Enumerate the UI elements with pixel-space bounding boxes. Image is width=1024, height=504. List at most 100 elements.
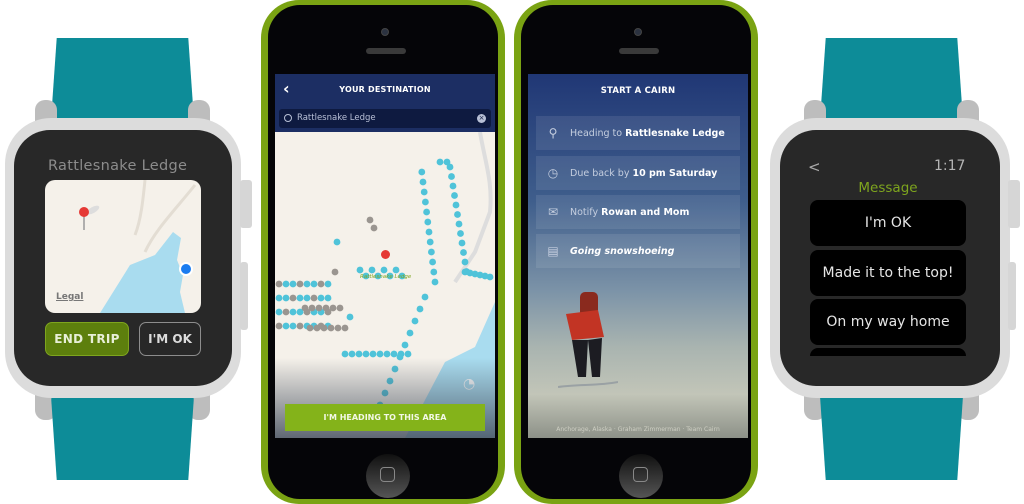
header-title: START A CAIRN bbox=[600, 86, 676, 96]
trail-dot bbox=[336, 304, 344, 312]
trail-dot bbox=[329, 304, 337, 312]
trail-dot bbox=[370, 224, 378, 232]
trail-dot bbox=[369, 350, 377, 358]
destination-screen: Rattlesnake Ledge ◔ ‹ YOUR DESTINATION R… bbox=[275, 74, 495, 438]
trail-dot bbox=[404, 350, 412, 358]
trail-dot bbox=[419, 178, 427, 186]
trail-dot bbox=[289, 322, 297, 330]
trail-dot bbox=[420, 188, 428, 196]
trail-dot bbox=[368, 266, 376, 274]
trail-dot bbox=[425, 228, 433, 236]
trail-dot bbox=[275, 322, 283, 330]
trail-dot bbox=[289, 280, 297, 288]
trail-dot bbox=[449, 182, 457, 190]
trail-dot bbox=[418, 168, 426, 176]
watch-map[interactable]: Legal bbox=[45, 180, 201, 313]
trail-dot bbox=[430, 268, 438, 276]
trail-dot bbox=[451, 192, 458, 199]
row-label: Heading to bbox=[570, 127, 623, 139]
trail-dot bbox=[324, 280, 332, 288]
destination-row[interactable]: ⚲ Heading to Rattlesnake Ledge bbox=[536, 116, 740, 150]
map-legal-link[interactable]: Legal bbox=[56, 292, 83, 302]
notify-row[interactable]: ✉ Notify Rowan and Mom bbox=[536, 195, 740, 229]
back-chevron-icon[interactable]: ‹ bbox=[283, 74, 290, 104]
cairn-screen: START A CAIRN ⚲ Heading to Rattlesnake Le… bbox=[528, 74, 748, 438]
trail-dot bbox=[313, 324, 321, 332]
note-icon: ▤ bbox=[547, 244, 559, 258]
side-button[interactable] bbox=[1008, 262, 1016, 330]
trail-dot bbox=[431, 278, 439, 286]
watch-time: 1:17 bbox=[934, 158, 966, 174]
hiker-photo bbox=[558, 292, 618, 388]
trail-dot bbox=[422, 198, 429, 206]
trail-dot bbox=[315, 304, 323, 312]
digital-crown[interactable] bbox=[240, 180, 252, 228]
im-ok-button[interactable]: I'M OK bbox=[139, 322, 201, 356]
message-option-partial[interactable] bbox=[810, 348, 966, 356]
trail-dot bbox=[486, 273, 494, 281]
trail-dot bbox=[334, 324, 342, 332]
trail-dot bbox=[461, 258, 469, 266]
digital-crown[interactable] bbox=[1008, 180, 1020, 228]
trail-dot bbox=[401, 341, 409, 349]
trail-dot bbox=[436, 158, 444, 166]
message-option[interactable]: Made it to the top! bbox=[810, 250, 966, 296]
watch-strap-top bbox=[820, 38, 963, 120]
earpiece-speaker bbox=[366, 48, 406, 54]
trail-dot bbox=[275, 308, 283, 316]
trail-dot bbox=[310, 280, 318, 288]
destination-title: Rattlesnake Ledge bbox=[48, 158, 188, 174]
row-value: Rowan and Mom bbox=[601, 206, 690, 218]
message-heading: Message bbox=[858, 180, 918, 196]
map-location-label: Rattlesnake Ledge bbox=[360, 274, 412, 280]
trail-dot bbox=[331, 268, 339, 276]
back-chevron-icon[interactable]: < bbox=[808, 158, 821, 176]
trail-dot bbox=[429, 258, 436, 266]
search-input[interactable]: Rattlesnake Ledge × bbox=[279, 109, 491, 128]
trail-dot bbox=[411, 317, 419, 325]
trail-dot bbox=[416, 305, 424, 313]
watch-strap-top bbox=[51, 38, 194, 120]
home-square-icon bbox=[633, 467, 648, 482]
trail-dot bbox=[455, 220, 463, 228]
trail-dot bbox=[289, 294, 297, 302]
earpiece-speaker bbox=[619, 48, 659, 54]
location-pin-icon: ⚲ bbox=[548, 126, 558, 140]
header-title: YOUR DESTINATION bbox=[339, 85, 431, 94]
trail-dot bbox=[303, 280, 311, 288]
trail-dot bbox=[362, 350, 370, 358]
trail-dot bbox=[308, 304, 316, 312]
trail-dot bbox=[275, 280, 283, 288]
message-option[interactable]: On my way home bbox=[810, 299, 966, 345]
home-button[interactable] bbox=[366, 454, 410, 498]
trail-dot bbox=[392, 266, 400, 274]
clear-search-icon[interactable]: × bbox=[477, 114, 486, 123]
trail-dot bbox=[317, 280, 325, 288]
side-button[interactable] bbox=[240, 262, 248, 330]
phone-destination: Rattlesnake Ledge ◔ ‹ YOUR DESTINATION R… bbox=[261, 0, 505, 504]
end-trip-button[interactable]: END TRIP bbox=[45, 322, 129, 356]
due-back-row[interactable]: ◷ Due back by 10 pm Saturday bbox=[536, 156, 740, 190]
trail-dot bbox=[457, 230, 464, 237]
trail-dot bbox=[355, 350, 363, 358]
trail-dot bbox=[346, 313, 354, 321]
photo-credit: Anchorage, Alaska · Graham Zimmerman · T… bbox=[556, 426, 720, 433]
trail-dot bbox=[460, 249, 467, 256]
trail-dot bbox=[366, 216, 374, 224]
trail-dot bbox=[303, 294, 311, 302]
heading-to-area-button[interactable]: I'M HEADING TO THIS AREA bbox=[285, 404, 485, 431]
trail-dot bbox=[454, 211, 461, 218]
watch-strap-bottom bbox=[820, 396, 963, 480]
trail-dot bbox=[322, 304, 330, 312]
message-option[interactable]: I'm OK bbox=[810, 200, 966, 246]
note-row[interactable]: ▤ Going snowshoeing bbox=[536, 234, 740, 268]
search-value: Rattlesnake Ledge bbox=[297, 113, 376, 123]
trail-dot bbox=[296, 294, 304, 302]
trail-dot bbox=[356, 266, 364, 274]
trail-dot bbox=[289, 308, 297, 316]
trail-dot bbox=[320, 324, 328, 332]
search-icon bbox=[284, 114, 292, 122]
home-button[interactable] bbox=[619, 454, 663, 498]
trail-dot bbox=[282, 280, 290, 288]
trail-dot bbox=[306, 324, 314, 332]
